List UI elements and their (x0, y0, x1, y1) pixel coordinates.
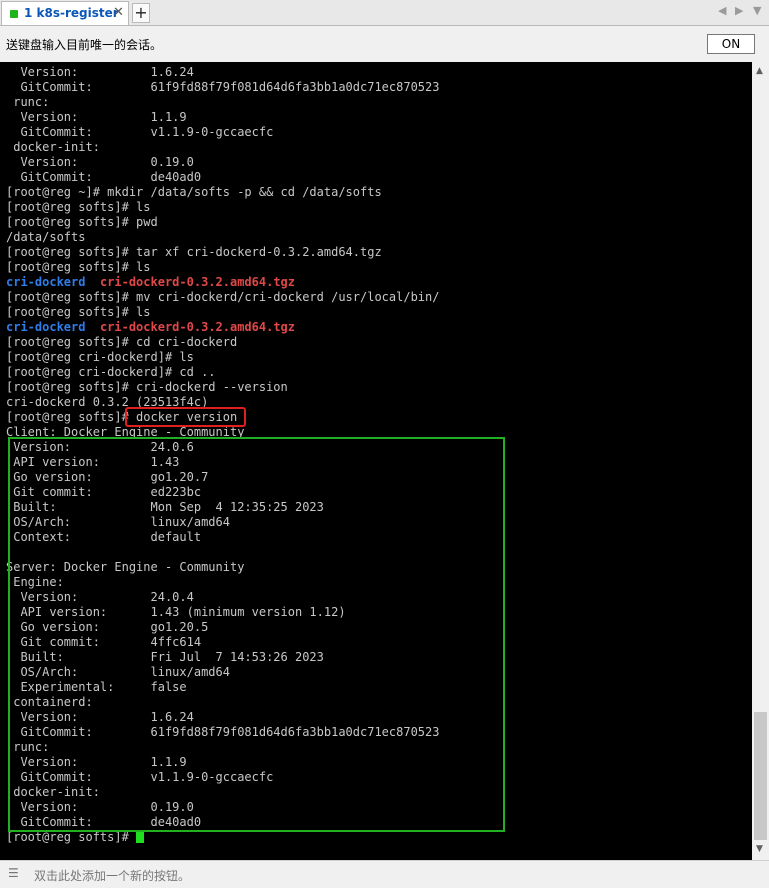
terminal-line: [root@reg softs]# tar xf cri-dockerd-0.3… (6, 245, 382, 259)
new-tab-button[interactable]: + (132, 3, 150, 23)
terminal-line: Version: 1.6.24 (6, 65, 194, 79)
terminal-line: /data/softs (6, 230, 86, 244)
terminal-line: runc: (6, 95, 50, 109)
scrollbar-thumb[interactable] (754, 712, 767, 840)
terminal-line: [root@reg softs]# cri-dockerd --version (6, 380, 288, 394)
docker-version-command-highlight (125, 407, 246, 427)
tab-list-dropdown-icon[interactable]: ▼ (753, 4, 761, 17)
terminal-line: [root@reg softs]# ls (6, 260, 151, 274)
terminal-line: [root@reg cri-dockerd]# ls (6, 350, 194, 364)
tab-k8s-register[interactable]: 1 k8s-register ✕ (1, 1, 129, 25)
directory-entry: cri-dockerd (6, 275, 86, 289)
scroll-tabs-left-icon[interactable]: ◀ (718, 4, 726, 17)
broadcast-input-bar: 送键盘输入目前唯一的会话。 ON (0, 26, 769, 62)
broadcast-toggle-button[interactable]: ON (707, 34, 755, 54)
terminal-line: [root@reg softs]# cd cri-dockerd (6, 335, 238, 349)
terminal-line: [root@reg softs]# pwd (6, 215, 158, 229)
archive-entry: cri-dockerd-0.3.2.amd64.tgz (99, 275, 296, 289)
terminal-line: cri-dockerd cri-dockerd-0.3.2.amd64.tgz (6, 275, 439, 290)
terminal-line: [root@reg softs]# ls (6, 305, 151, 319)
terminal-line: [root@reg softs]# (6, 830, 439, 845)
tab-bar: 1 k8s-register ✕ + ◀ ▶ ▼ (0, 0, 769, 26)
quick-button-hint: 双击此处添加一个新的按钮。 (34, 869, 191, 883)
terminal-line: [root@reg softs]# mv cri-dockerd/cri-doc… (6, 290, 440, 304)
terminal-output[interactable]: Version: 1.6.24 GitCommit: 61f9fd88f79f0… (0, 62, 752, 860)
terminal-scrollbar[interactable]: ▲ ▼ (752, 62, 769, 860)
terminal-line: [root@reg ~]# mkdir /data/softs -p && cd… (6, 185, 382, 199)
terminal-line: [root@reg softs]# ls (6, 200, 151, 214)
connection-status-icon (10, 10, 18, 18)
terminal-line: Version: 0.19.0 (6, 155, 194, 169)
scroll-tabs-right-icon[interactable]: ▶ (735, 4, 743, 17)
terminal-line: GitCommit: v1.1.9-0-gccaecfc (6, 125, 274, 139)
scroll-up-icon[interactable]: ▲ (756, 66, 763, 76)
broadcast-status-text: 送键盘输入目前唯一的会话。 (6, 38, 163, 52)
tab-label: 1 k8s-register (24, 6, 119, 20)
quick-button-bar[interactable]: ☰ 双击此处添加一个新的按钮。 (0, 860, 769, 888)
terminal-line: Version: 1.1.9 (6, 110, 187, 124)
archive-entry: cri-dockerd-0.3.2.amd64.tgz (99, 320, 296, 334)
terminal-line: [root@reg cri-dockerd]# cd .. (6, 365, 216, 379)
directory-entry: cri-dockerd (6, 320, 86, 334)
menu-icon[interactable]: ☰ (8, 866, 19, 880)
terminal-line: GitCommit: 61f9fd88f79f081d64d6fa3bb1a0d… (6, 80, 440, 94)
terminal-line: GitCommit: de40ad0 (6, 170, 202, 184)
close-tab-icon[interactable]: ✕ (113, 5, 124, 20)
terminal-line: docker-init: (6, 140, 100, 154)
docker-version-output-highlight (8, 437, 505, 832)
scroll-down-icon[interactable]: ▼ (756, 844, 763, 854)
terminal-line: cri-dockerd cri-dockerd-0.3.2.amd64.tgz (6, 320, 439, 335)
